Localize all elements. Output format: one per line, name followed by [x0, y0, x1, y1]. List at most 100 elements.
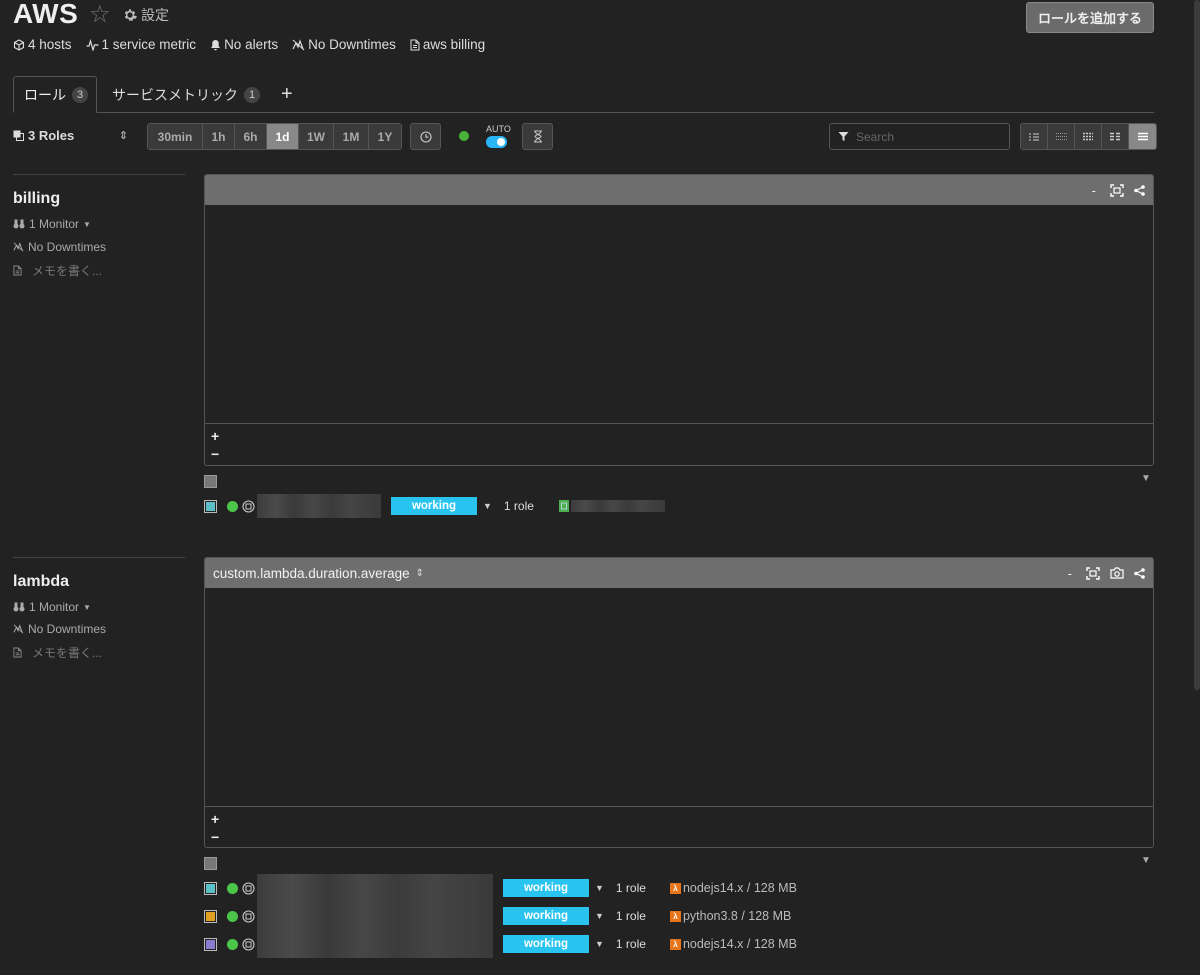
cube-icon [13, 38, 25, 51]
role-monitor-link[interactable]: 1 Monitor ▼ [13, 217, 91, 231]
view-list-button[interactable] [1129, 124, 1156, 149]
downtime-icon [292, 38, 305, 50]
host-row[interactable]: working ▼ 1 role λ python3.8 / 128 MB [204, 902, 791, 930]
search-input[interactable] [856, 129, 996, 144]
range-1y-button[interactable]: 1Y [369, 124, 401, 149]
expand-icon[interactable] [1086, 566, 1100, 580]
page-scrollbar[interactable] [1194, 0, 1200, 690]
host-roles-count[interactable]: 1 role [616, 909, 646, 923]
expand-hosts-icon[interactable]: ▼ [1141, 473, 1151, 484]
settings-link[interactable]: 設定 [123, 5, 169, 25]
roles-select[interactable]: 3 Roles ⇕ [13, 128, 128, 143]
range-1m-button[interactable]: 1M [334, 124, 369, 149]
view-list-compact-button[interactable] [1021, 124, 1048, 149]
host-roles-count[interactable]: 1 role [616, 937, 646, 951]
host-checkbox[interactable] [204, 881, 217, 895]
lambda-icon: λ [669, 938, 681, 950]
service-memo[interactable]: aws billing [410, 37, 485, 52]
grid-small-icon [1055, 133, 1067, 140]
share-icon[interactable] [1134, 184, 1145, 196]
host-checkbox[interactable] [204, 909, 217, 923]
status-caret-icon[interactable]: ▼ [483, 501, 492, 511]
host-roles-count[interactable]: 1 role [504, 499, 534, 513]
collapse-button[interactable]: - [1088, 183, 1100, 198]
camera-icon[interactable] [1110, 567, 1124, 579]
page-title: AWS [13, 0, 79, 29]
auto-refresh-toggle[interactable] [486, 136, 507, 148]
graph-plot-area[interactable] [205, 205, 1153, 424]
role-monitor-link[interactable]: 1 Monitor ▼ [13, 600, 91, 614]
grid-large-icon [1110, 132, 1120, 141]
zoom-out-button[interactable]: − [211, 828, 1153, 846]
star-icon[interactable]: ☆ [89, 1, 111, 29]
tab-service-metrics[interactable]: サービスメトリック 1 [112, 76, 260, 113]
status-caret-icon[interactable]: ▼ [595, 939, 604, 949]
role-name[interactable]: lambda [13, 573, 69, 591]
host-checkbox[interactable] [204, 499, 217, 513]
role-memo[interactable]: メモを書く... [13, 262, 102, 279]
range-1d-button[interactable]: 1d [267, 124, 299, 149]
expand-icon[interactable] [1110, 183, 1124, 197]
role-divider [13, 174, 185, 175]
alerts-status[interactable]: No alerts [210, 37, 278, 52]
graph-plot-area[interactable] [205, 588, 1153, 807]
role-downtimes[interactable]: No Downtimes [13, 622, 106, 636]
host-status-button[interactable]: working [503, 907, 589, 925]
view-grid-large-button[interactable] [1102, 124, 1129, 149]
range-1h-button[interactable]: 1h [203, 124, 235, 149]
collapse-button[interactable]: - [1064, 566, 1076, 581]
tab-service-metrics-label: サービスメトリック [112, 86, 238, 103]
host-row[interactable]: working ▼ 1 role λ nodejs14.x / 128 MB [204, 874, 797, 902]
host-status-button[interactable]: working [503, 879, 589, 897]
zoom-out-button[interactable]: − [211, 445, 1153, 463]
host-row[interactable]: working ▼ 1 role λ nodejs14.x / 128 MB [204, 930, 797, 958]
settings-label: 設定 [141, 7, 169, 23]
graph-header: - [205, 175, 1153, 205]
host-roles-count[interactable]: 1 role [616, 881, 646, 895]
zoom-in-button[interactable]: + [211, 810, 1153, 828]
graph-title[interactable]: custom.lambda.duration.average [213, 566, 410, 581]
hourglass-button[interactable] [522, 123, 553, 150]
dropdown-caret-icon: ▼ [83, 602, 91, 612]
redacted-host-info [570, 500, 665, 512]
service-metric-count[interactable]: 1 service metric [86, 37, 196, 52]
host-row[interactable]: working ▼ 1 role [204, 494, 665, 518]
range-6h-button[interactable]: 6h [235, 124, 267, 149]
add-role-button[interactable]: ロールを追加する [1026, 2, 1154, 33]
roles-select-label: 3 Roles [28, 128, 75, 143]
role-memo[interactable]: メモを書く... [13, 644, 102, 661]
share-icon[interactable] [1134, 567, 1145, 579]
tab-service-metrics-count: 1 [244, 86, 260, 103]
expand-hosts-icon[interactable]: ▼ [1141, 855, 1151, 866]
host-runtime: λ python3.8 / 128 MB [669, 909, 791, 923]
add-tab-icon[interactable]: + [281, 84, 293, 104]
search-field[interactable] [829, 123, 1010, 150]
host-status-button[interactable]: working [503, 935, 589, 953]
select-all-checkbox[interactable] [204, 475, 217, 488]
roles-icon [13, 130, 24, 141]
host-runtime: λ nodejs14.x / 128 MB [669, 881, 797, 895]
hosts-count[interactable]: 4 hosts [13, 37, 72, 52]
redacted-hostname [257, 494, 381, 518]
role-name[interactable]: billing [13, 190, 60, 208]
role-downtimes[interactable]: No Downtimes [13, 240, 106, 254]
range-1w-button[interactable]: 1W [299, 124, 334, 149]
view-grid-small-button[interactable] [1048, 124, 1075, 149]
binoculars-icon [13, 219, 25, 229]
status-caret-icon[interactable]: ▼ [595, 883, 604, 893]
tab-roles[interactable]: ロール 3 [13, 76, 97, 113]
time-range-group: 30min 1h 6h 1d 1W 1M 1Y [147, 123, 402, 150]
custom-period-button[interactable] [410, 123, 441, 150]
metric-select-arrows-icon[interactable]: ⇕ [416, 568, 424, 579]
host-checkbox[interactable] [204, 937, 217, 951]
host-type-icon [242, 881, 255, 895]
auto-refresh-label: AUTO [486, 124, 511, 134]
host-status-button[interactable]: working [391, 497, 477, 515]
downtimes-status[interactable]: No Downtimes [292, 37, 396, 52]
range-30min-button[interactable]: 30min [148, 124, 203, 149]
status-caret-icon[interactable]: ▼ [595, 911, 604, 921]
zoom-in-button[interactable]: + [211, 427, 1153, 445]
view-grid-button[interactable] [1075, 124, 1102, 149]
select-all-checkbox[interactable] [204, 857, 217, 870]
redacted-hostname [257, 874, 493, 902]
